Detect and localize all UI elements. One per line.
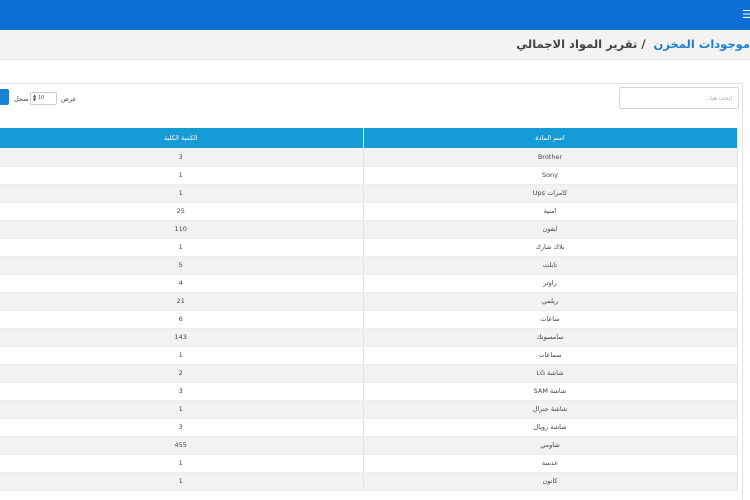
table-row: 1 سماعات [0, 346, 738, 365]
cell-quantity: 1 [0, 454, 364, 473]
page-length-value: 10 [38, 95, 45, 101]
cell-quantity: 110 [0, 220, 364, 239]
breadcrumb-bar: موجودات المخزن /تقرير المواد الاجمالي [0, 30, 750, 60]
breadcrumb-separator: / [641, 37, 650, 51]
table-row: 3 شاشة رويال [0, 418, 738, 437]
table-row: 25 امنية [0, 202, 738, 221]
cell-quantity: 1 [0, 184, 364, 203]
search-input[interactable] [619, 87, 739, 109]
select-arrows-icon: ▲ ▼ [33, 93, 37, 102]
cell-quantity: 3 [0, 382, 364, 401]
cell-quantity: 1 [0, 238, 364, 257]
table-row: 6 ساعات [0, 310, 738, 329]
cell-quantity: 25 [0, 202, 364, 221]
cell-name: ريلمي [363, 292, 738, 311]
column-header-quantity[interactable]: الكمية الكلية [0, 128, 364, 148]
table-row: 110 ايفون [0, 220, 738, 239]
cell-quantity: 4 [0, 274, 364, 293]
cell-quantity: 5 [0, 256, 364, 275]
cell-quantity: 1 [0, 400, 364, 419]
table-row: 455 شاومي [0, 436, 738, 455]
cell-name: سماعات [363, 346, 738, 365]
cell-quantity: 3 [0, 418, 364, 437]
cell-name: كانون [363, 472, 738, 491]
records-label: سجل [14, 95, 29, 103]
materials-report-table: الكمية الكلية اسم المادة 3 Brother 1 Sony 1 ك… [0, 128, 738, 491]
table-row: 5 تابلت [0, 256, 738, 275]
table-row: 4 راوتر [0, 274, 738, 293]
cell-name: ساعات [363, 310, 738, 329]
table-row: 3 Brother [0, 148, 738, 167]
cell-quantity: 143 [0, 328, 364, 347]
table-row: 1 شاشة جنرال [0, 400, 738, 419]
column-header-name[interactable]: اسم المادة [363, 128, 738, 148]
cell-name: تابلت [363, 256, 738, 275]
cell-name: ايفون [363, 220, 738, 239]
cell-quantity: 455 [0, 436, 364, 455]
cell-quantity: 1 [0, 472, 364, 491]
page-length-select[interactable]: ▲ ▼ 10 [30, 92, 57, 105]
cell-name: عدسة [363, 454, 738, 473]
cell-quantity: 2 [0, 364, 364, 383]
table-row: 1 كانون [0, 472, 738, 491]
table-row: 143 سامسونك [0, 328, 738, 347]
table-row: 2 شاشة LG [0, 364, 738, 383]
cell-quantity: 1 [0, 166, 364, 185]
panel-action-button[interactable] [0, 89, 9, 105]
table-row: 21 ريلمي [0, 292, 738, 311]
cell-name: راوتر [363, 274, 738, 293]
cell-name: سامسونك [363, 328, 738, 347]
cell-name: شاومي [363, 436, 738, 455]
show-label: عرض [61, 95, 77, 103]
table-row: 1 Sony [0, 166, 738, 185]
cell-name: بلاك شارك [363, 238, 738, 257]
breadcrumb: موجودات المخزن /تقرير المواد الاجمالي [516, 37, 750, 51]
menu-icon[interactable]: ☰ [742, 8, 750, 22]
cell-name: شاشة جنرال [363, 400, 738, 419]
cell-quantity: 1 [0, 346, 364, 365]
cell-quantity: 3 [0, 148, 364, 167]
table-row: 3 شاشة SAM [0, 382, 738, 401]
cell-name: Sony [363, 166, 738, 185]
cell-name: شاشة LG [363, 364, 738, 383]
table-row: 1 كامرات Ups [0, 184, 738, 203]
table-row: 1 بلاك شارك [0, 238, 738, 257]
breadcrumb-link-inventory[interactable]: موجودات المخزن [654, 37, 750, 51]
cell-quantity: 6 [0, 310, 364, 329]
table-header-row: الكمية الكلية اسم المادة [0, 128, 738, 148]
cell-name: شاشة SAM [363, 382, 738, 401]
cell-name: كامرات Ups [363, 184, 738, 203]
table-row: 1 عدسة [0, 454, 738, 473]
cell-name: امنية [363, 202, 738, 221]
cell-quantity: 21 [0, 292, 364, 311]
cell-name: Brother [363, 148, 738, 167]
top-navbar: ☰ [0, 0, 750, 30]
breadcrumb-current-page: تقرير المواد الاجمالي [516, 37, 638, 51]
cell-name: شاشة رويال [363, 418, 738, 437]
